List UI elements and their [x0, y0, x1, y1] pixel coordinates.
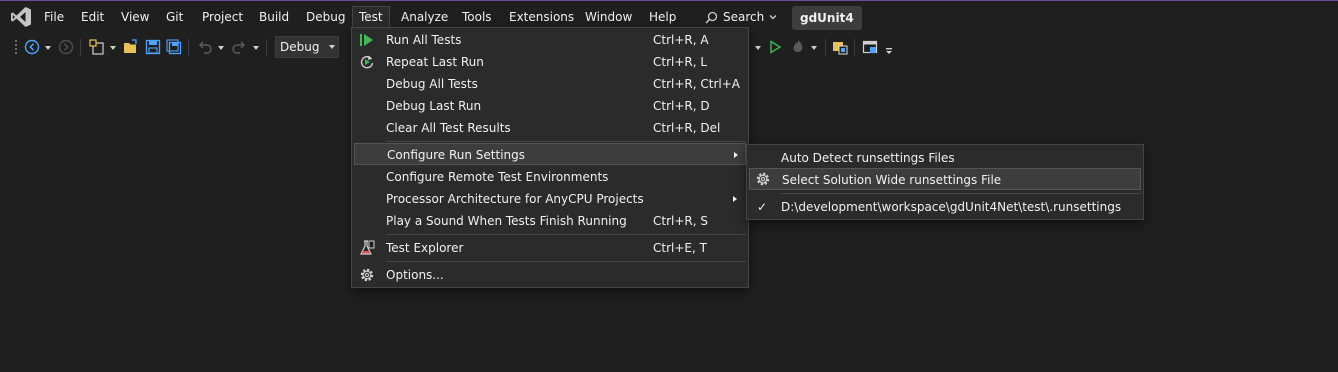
menu-item-label: Repeat Last Run	[386, 55, 484, 69]
window-layout-icon[interactable]	[862, 39, 878, 55]
toolbar-separator	[80, 39, 81, 56]
menu-item-label: Play a Sound When Tests Finish Running	[386, 214, 627, 228]
menu-item-shortcut: Ctrl+R, D	[653, 99, 710, 113]
test-menu-dropdown: Run All Tests Ctrl+R, A Repeat Last Run …	[351, 27, 749, 288]
toolbar-separator	[825, 39, 826, 56]
menu-view[interactable]: View	[115, 6, 155, 28]
toolbar-separator	[854, 39, 855, 56]
menu-file[interactable]: File	[38, 6, 70, 28]
submenu-arrow-icon	[733, 196, 737, 202]
solution-configuration-combo[interactable]: Debug	[275, 36, 339, 58]
menu-separator	[781, 193, 1141, 194]
search-label: Search	[723, 10, 765, 24]
menu-item-test-explorer[interactable]: Test Explorer Ctrl+E, T	[352, 237, 748, 259]
toolbar-overflow-icon[interactable]	[883, 39, 899, 55]
menu-help[interactable]: Help	[643, 6, 682, 28]
toolbar-grip-icon[interactable]	[9, 39, 25, 55]
menu-item-debug-all-tests[interactable]: Debug All Tests Ctrl+R, Ctrl+A	[352, 73, 748, 95]
menu-item-repeat-last-run[interactable]: Repeat Last Run Ctrl+R, L	[352, 51, 748, 73]
navigate-back-dropdown-icon[interactable]	[45, 46, 51, 50]
redo-icon[interactable]	[231, 39, 247, 55]
test-explorer-icon	[360, 240, 375, 255]
menu-item-shortcut: Ctrl+R, A	[653, 33, 709, 47]
menu-item-configure-run-settings[interactable]: Configure Run Settings	[354, 143, 746, 165]
menu-item-label: Configure Remote Test Environments	[386, 170, 609, 184]
submenu-item-auto-detect[interactable]: Auto Detect runsettings Files	[747, 147, 1143, 169]
menu-separator	[386, 234, 746, 235]
menu-item-shortcut: Ctrl+R, Ctrl+A	[653, 77, 740, 91]
undo-dropdown-icon[interactable]	[218, 46, 224, 50]
configuration-value: Debug	[280, 40, 320, 54]
open-file-icon[interactable]	[123, 39, 139, 55]
redo-dropdown-icon[interactable]	[253, 46, 259, 50]
menu-git[interactable]: Git	[160, 6, 189, 28]
menu-item-play-sound[interactable]: Play a Sound When Tests Finish Running C…	[352, 210, 748, 232]
menu-debug[interactable]: Debug	[300, 6, 351, 28]
menu-analyze[interactable]: Analyze	[395, 6, 454, 28]
chevron-down-icon	[769, 15, 777, 20]
chevron-down-icon	[329, 45, 335, 49]
toolbar-separator	[188, 39, 189, 56]
menu-item-shortcut: Ctrl+E, T	[653, 241, 707, 255]
new-project-icon[interactable]	[89, 39, 105, 55]
menu-build[interactable]: Build	[253, 6, 295, 28]
menu-separator	[386, 141, 746, 142]
navigate-back-icon[interactable]	[24, 39, 40, 55]
menu-item-configure-remote-test-environments[interactable]: Configure Remote Test Environments	[352, 166, 748, 188]
start-without-debugging-icon[interactable]	[767, 39, 783, 55]
menu-item-debug-last-run[interactable]: Debug Last Run Ctrl+R, D	[352, 95, 748, 117]
submenu-item-runsettings-file[interactable]: ✓ D:\development\workspace\gdUnit4Net\te…	[747, 196, 1143, 218]
run-settings-submenu: Auto Detect runsettings Files Select Sol…	[746, 144, 1144, 220]
menu-item-label: Auto Detect runsettings Files	[781, 151, 955, 165]
undo-icon[interactable]	[197, 39, 213, 55]
menu-item-label: Debug All Tests	[386, 77, 478, 91]
menu-edit[interactable]: Edit	[75, 6, 110, 28]
search-icon	[705, 11, 718, 24]
hot-reload-icon[interactable]	[790, 39, 806, 55]
hot-reload-dropdown-icon[interactable]	[811, 46, 817, 50]
toolbar-separator	[266, 39, 267, 56]
menu-item-label: Test Explorer	[386, 241, 464, 255]
menu-item-label: Processor Architecture for AnyCPU Projec…	[386, 192, 644, 206]
save-all-icon[interactable]	[166, 39, 182, 55]
run-all-icon	[360, 34, 373, 46]
menu-tools[interactable]: Tools	[456, 6, 498, 28]
menu-item-label: Options...	[386, 268, 444, 282]
menu-project[interactable]: Project	[196, 6, 249, 28]
menu-item-label: D:\development\workspace\gdUnit4Net\test…	[781, 200, 1122, 214]
menu-item-shortcut: Ctrl+R, S	[653, 214, 708, 228]
menu-item-label: Run All Tests	[386, 33, 462, 47]
menu-item-label: Debug Last Run	[386, 99, 482, 113]
navigate-forward-icon[interactable]	[58, 39, 74, 55]
menu-item-processor-architecture[interactable]: Processor Architecture for AnyCPU Projec…	[352, 188, 748, 210]
menu-separator	[386, 261, 746, 262]
menu-item-clear-all-test-results[interactable]: Clear All Test Results Ctrl+R, Del	[352, 117, 748, 139]
solution-name-badge[interactable]: gdUnit4	[792, 6, 862, 30]
visual-studio-logo-icon[interactable]	[10, 6, 32, 28]
menu-item-label: Select Solution Wide runsettings File	[782, 173, 1002, 187]
gear-icon	[756, 172, 770, 186]
submenu-item-select-solution-wide[interactable]: Select Solution Wide runsettings File	[749, 168, 1141, 190]
save-icon[interactable]	[145, 39, 161, 55]
menu-item-run-all-tests[interactable]: Run All Tests Ctrl+R, A	[352, 29, 748, 51]
submenu-arrow-icon	[734, 152, 738, 158]
search-button[interactable]: Search	[705, 6, 777, 28]
checkmark-icon: ✓	[757, 200, 768, 214]
startup-dropdown-icon[interactable]	[755, 46, 761, 50]
menu-item-label: Clear All Test Results	[386, 121, 511, 135]
menu-item-shortcut: Ctrl+R, Del	[653, 121, 721, 135]
menu-test[interactable]: Test	[352, 6, 390, 28]
menu-item-options[interactable]: Options...	[352, 264, 748, 286]
solution-explorer-icon[interactable]	[832, 39, 848, 55]
menu-window[interactable]: Window	[579, 6, 638, 28]
gear-icon	[360, 268, 374, 282]
menu-item-shortcut: Ctrl+R, L	[653, 55, 708, 69]
menu-item-label: Configure Run Settings	[387, 148, 526, 162]
menu-extensions[interactable]: Extensions	[503, 6, 580, 28]
new-project-dropdown-icon[interactable]	[110, 46, 116, 50]
repeat-icon	[360, 55, 374, 69]
